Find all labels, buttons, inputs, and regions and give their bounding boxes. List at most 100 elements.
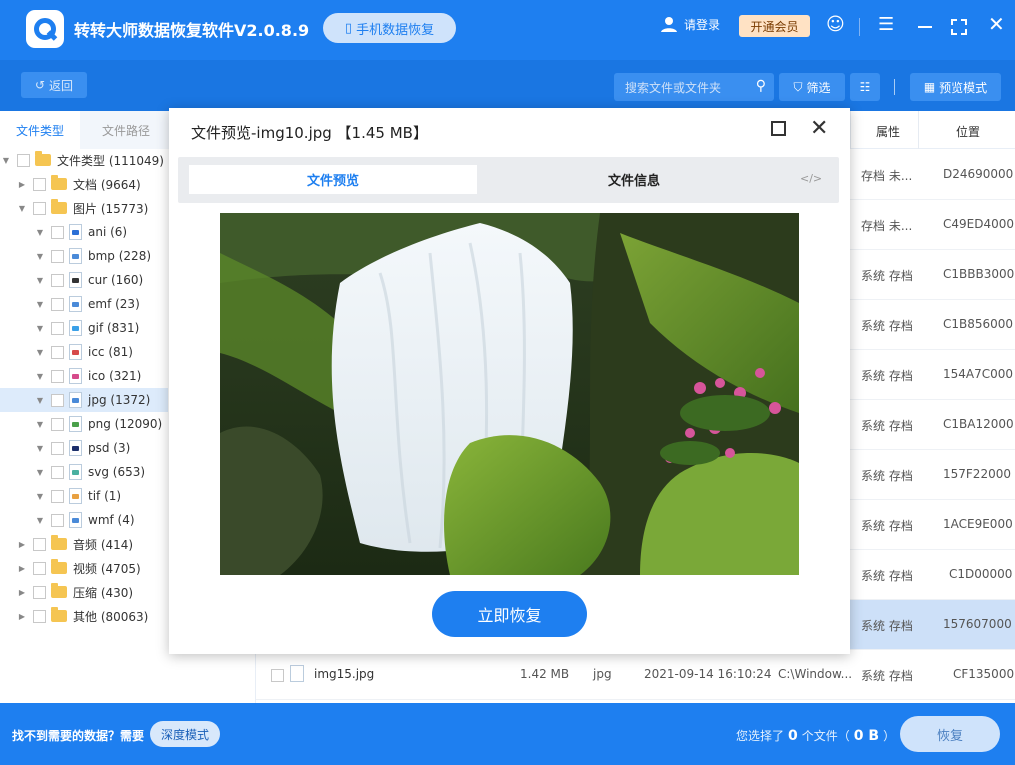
expand-down-icon[interactable]: ▼ bbox=[34, 372, 46, 381]
find-in-list-button[interactable]: ☷ bbox=[850, 73, 880, 101]
tree-checkbox[interactable] bbox=[51, 297, 64, 311]
expand-down-icon[interactable]: ▼ bbox=[34, 276, 46, 285]
preview-mode-button[interactable]: ▦ 预览模式 bbox=[910, 73, 1001, 101]
tree-item[interactable]: ▼ bmp (228) bbox=[0, 244, 168, 268]
tab-file-preview[interactable]: 文件预览 bbox=[189, 165, 477, 194]
maximize-icon[interactable] bbox=[951, 19, 967, 35]
tab-file-path[interactable]: 文件路径 bbox=[86, 111, 166, 149]
tree-item-label: tif (1) bbox=[88, 489, 122, 503]
tree-item[interactable]: ▼ emf (23) bbox=[0, 292, 168, 316]
tab-file-info[interactable]: 文件信息 bbox=[520, 165, 748, 194]
tree-item[interactable]: ▶ 音频 (414) bbox=[0, 532, 168, 556]
column-header-location[interactable]: 位置 bbox=[956, 123, 980, 140]
tree-checkbox[interactable] bbox=[17, 153, 30, 167]
tree-item[interactable]: ▼ jpg (1372) bbox=[0, 388, 168, 412]
file-location: C49ED4000 bbox=[943, 217, 1015, 231]
grid-icon: ▦ bbox=[923, 80, 936, 94]
tree-item[interactable]: ▶ 其他 (80063) bbox=[0, 604, 168, 628]
tree-item[interactable]: ▼ 文件类型 (111049) bbox=[0, 148, 168, 172]
expand-right-icon[interactable]: ▶ bbox=[16, 540, 28, 549]
tree-item-label: cur (160) bbox=[88, 273, 144, 287]
tab-file-type[interactable]: 文件类型 bbox=[0, 111, 80, 149]
tree-checkbox[interactable] bbox=[51, 345, 64, 359]
code-view-icon[interactable]: </> bbox=[800, 172, 822, 185]
tree-checkbox[interactable] bbox=[51, 489, 64, 503]
tree-checkbox[interactable] bbox=[33, 609, 46, 623]
tree-checkbox[interactable] bbox=[51, 273, 64, 287]
file-location: D24690000 bbox=[943, 167, 1014, 181]
tree-item[interactable]: ▼ psd (3) bbox=[0, 436, 168, 460]
filter-button[interactable]: ⛉ 筛选 bbox=[779, 73, 845, 101]
tree-checkbox[interactable] bbox=[33, 177, 46, 191]
back-button[interactable]: ↺ 返回 bbox=[21, 72, 87, 98]
expand-down-icon[interactable]: ▼ bbox=[34, 324, 46, 333]
row-checkbox[interactable] bbox=[271, 669, 284, 682]
tree-checkbox[interactable] bbox=[33, 585, 46, 599]
close-window-icon[interactable]: ✕ bbox=[988, 12, 1005, 36]
dialog-close-icon[interactable]: ✕ bbox=[810, 116, 828, 141]
folder-icon bbox=[51, 535, 67, 550]
tree-checkbox[interactable] bbox=[51, 513, 64, 527]
menu-icon[interactable]: ☰ bbox=[878, 14, 894, 35]
expand-right-icon[interactable]: ▶ bbox=[16, 564, 28, 573]
tree-item[interactable]: ▼ gif (831) bbox=[0, 316, 168, 340]
tree-item[interactable]: ▼ ani (6) bbox=[0, 220, 168, 244]
tree-item[interactable]: ▼ png (12090) bbox=[0, 412, 168, 436]
search-input[interactable]: 搜索文件或文件夹 ⚲ bbox=[614, 73, 774, 101]
tree-item-label: png (12090) bbox=[88, 417, 163, 431]
file-attributes: 系统 存档 bbox=[861, 369, 913, 383]
table-row[interactable]: img15.jpg 1.42 MB jpg 2021-09-14 16:10:2… bbox=[256, 650, 1015, 700]
restore-now-button[interactable]: 立即恢复 bbox=[432, 591, 587, 637]
expand-down-icon[interactable]: ▼ bbox=[34, 300, 46, 309]
expand-down-icon[interactable]: ▼ bbox=[34, 468, 46, 477]
tree-item-label: svg (653) bbox=[88, 465, 146, 479]
expand-down-icon[interactable]: ▼ bbox=[34, 348, 46, 357]
expand-down-icon[interactable]: ▼ bbox=[34, 420, 46, 429]
tree-checkbox[interactable] bbox=[51, 369, 64, 383]
tree-item[interactable]: ▼ icc (81) bbox=[0, 340, 168, 364]
column-header-attributes[interactable]: 属性 bbox=[876, 123, 900, 140]
tree-item[interactable]: ▼ cur (160) bbox=[0, 268, 168, 292]
tree-item[interactable]: ▶ 压缩 (430) bbox=[0, 580, 168, 604]
tree-checkbox[interactable] bbox=[51, 249, 64, 263]
expand-down-icon[interactable]: ▼ bbox=[34, 516, 46, 525]
tree-item[interactable]: ▼ svg (653) bbox=[0, 460, 168, 484]
tree-item-label: 文件类型 (111049) bbox=[57, 153, 164, 168]
recover-button[interactable]: 恢复 bbox=[900, 716, 1000, 752]
title-separator bbox=[859, 18, 860, 36]
tree-item[interactable]: ▼ ico (321) bbox=[0, 364, 168, 388]
expand-right-icon[interactable]: ▶ bbox=[16, 612, 28, 621]
tree-checkbox[interactable] bbox=[33, 561, 46, 575]
expand-down-icon[interactable]: ▼ bbox=[0, 156, 12, 165]
expand-down-icon[interactable]: ▼ bbox=[34, 252, 46, 261]
tree-checkbox[interactable] bbox=[51, 321, 64, 335]
minimize-icon[interactable] bbox=[918, 26, 932, 28]
tree-checkbox[interactable] bbox=[51, 225, 64, 239]
tree-checkbox[interactable] bbox=[51, 417, 64, 431]
tree-item[interactable]: ▼ wmf (4) bbox=[0, 508, 168, 532]
expand-down-icon[interactable]: ▼ bbox=[34, 396, 46, 405]
file-type-icon bbox=[69, 224, 82, 240]
tree-item[interactable]: ▼ tif (1) bbox=[0, 484, 168, 508]
tree-item[interactable]: ▶ 视频 (4705) bbox=[0, 556, 168, 580]
expand-down-icon[interactable]: ▼ bbox=[16, 204, 28, 213]
tree-checkbox[interactable] bbox=[33, 537, 46, 551]
tree-checkbox[interactable] bbox=[33, 201, 46, 215]
dialog-maximize-icon[interactable] bbox=[771, 121, 786, 136]
deep-mode-button[interactable]: 深度模式 bbox=[150, 721, 220, 747]
tree-item[interactable]: ▶ 文档 (9664) bbox=[0, 172, 168, 196]
mobile-recovery-button[interactable]: ▯ 手机数据恢复 bbox=[323, 13, 456, 43]
expand-down-icon[interactable]: ▼ bbox=[34, 492, 46, 501]
vip-button[interactable]: 开通会员 bbox=[739, 15, 810, 37]
expand-down-icon[interactable]: ▼ bbox=[34, 228, 46, 237]
search-icon[interactable]: ⚲ bbox=[756, 78, 766, 94]
tree-checkbox[interactable] bbox=[51, 441, 64, 455]
feedback-icon[interactable]: ☺ bbox=[826, 14, 845, 35]
tree-item[interactable]: ▼ 图片 (15773) bbox=[0, 196, 168, 220]
tree-checkbox[interactable] bbox=[51, 393, 64, 407]
expand-right-icon[interactable]: ▶ bbox=[16, 180, 28, 189]
expand-down-icon[interactable]: ▼ bbox=[34, 444, 46, 453]
expand-right-icon[interactable]: ▶ bbox=[16, 588, 28, 597]
tree-checkbox[interactable] bbox=[51, 465, 64, 479]
login-button[interactable]: 请登录 bbox=[660, 15, 720, 33]
